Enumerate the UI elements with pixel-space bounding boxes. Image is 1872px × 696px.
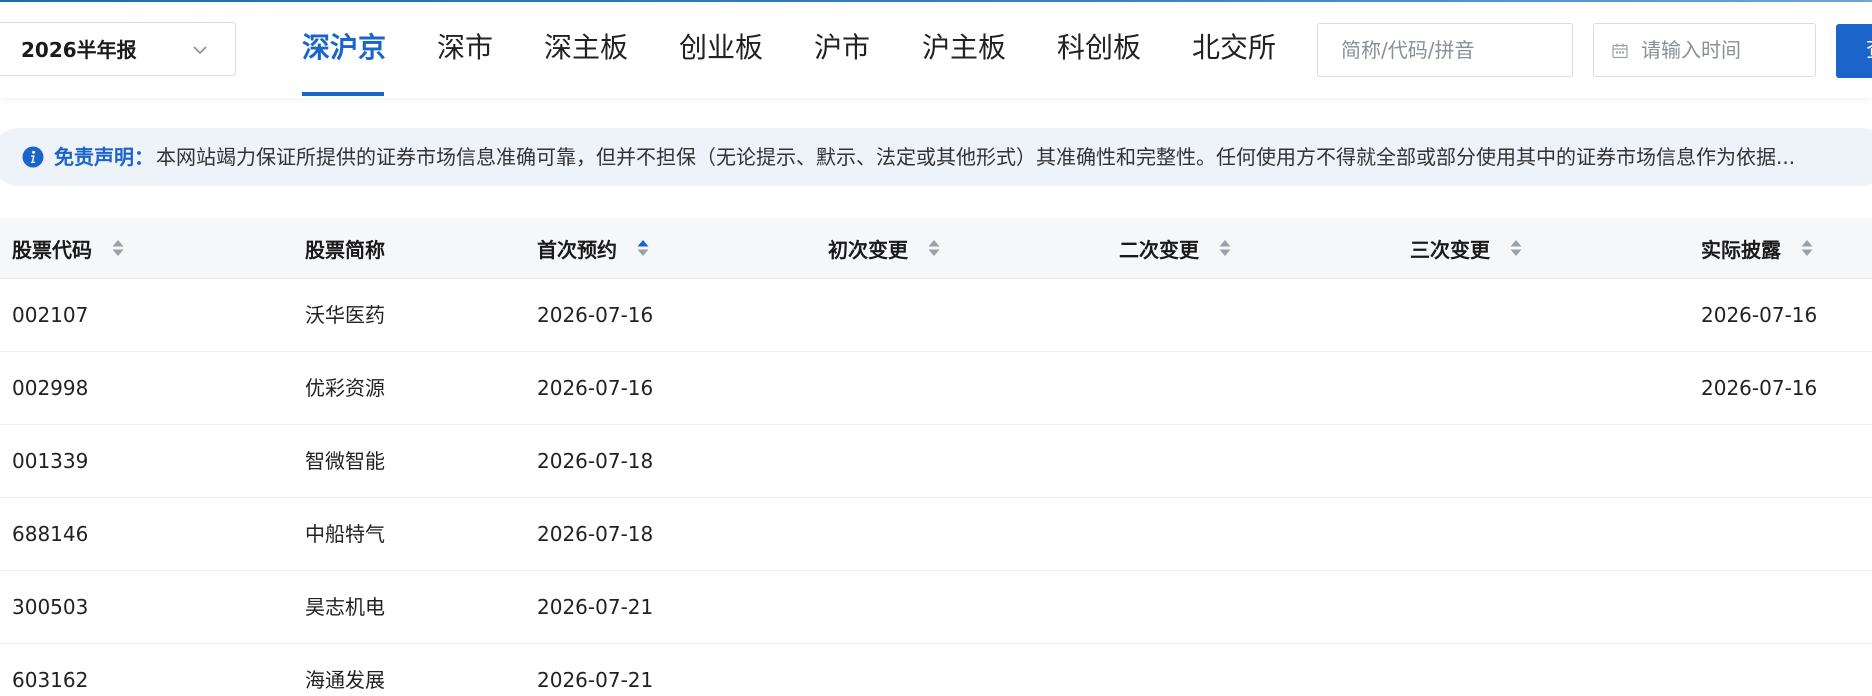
cell-stock-code: 300503 [12, 595, 89, 619]
cell-stock-name: 智微智能 [305, 449, 385, 473]
cell-stock-code: 001339 [12, 449, 89, 473]
info-icon [22, 146, 44, 168]
table-row: 002998 优彩资源 2026-07-16 2026-07-16 [0, 352, 1872, 425]
column-header-stock-code[interactable]: 股票代码 [12, 218, 125, 278]
tab-chinext[interactable]: 创业板 [679, 2, 763, 96]
tab-star-market[interactable]: 科创板 [1057, 2, 1141, 96]
cell-first-booking: 2026-07-21 [537, 595, 654, 619]
table-row: 002107 沃华医药 2026-07-16 2026-07-16 [0, 279, 1872, 352]
active-tab-indicator [302, 92, 384, 96]
disclosure-schedule-table: 股票代码 股票简称 首次预约 初次变更 二次变更 三次变更 实际披露 00210… [0, 218, 1872, 696]
period-select-value: 2026半年报 [21, 38, 137, 62]
tab-shen-main-board[interactable]: 深主板 [544, 2, 628, 96]
tab-shenshi[interactable]: 深市 [437, 2, 493, 96]
toolbar: 2026半年报 深沪京 深市 深主板 创业板 沪市 沪主板 科创板 北交所 简称… [0, 2, 1872, 98]
cell-first-booking: 2026-07-16 [537, 376, 654, 400]
sort-icon[interactable] [1218, 237, 1232, 259]
column-header-third-change[interactable]: 三次变更 [1410, 218, 1523, 278]
cell-first-booking: 2026-07-18 [537, 522, 654, 546]
column-header-label: 首次预约 [537, 237, 617, 262]
column-header-label: 三次变更 [1410, 237, 1490, 262]
disclaimer-title: 免责声明： [54, 145, 154, 169]
date-input[interactable] [1594, 24, 1815, 76]
cell-first-booking: 2026-07-16 [537, 303, 654, 327]
column-header-second-change[interactable]: 二次变更 [1119, 218, 1232, 278]
table-row: 603162 海通发展 2026-07-21 [0, 644, 1872, 696]
page: 2026半年报 深沪京 深市 深主板 创业板 沪市 沪主板 科创板 北交所 简称… [0, 0, 1872, 696]
cell-stock-code: 603162 [12, 668, 89, 692]
cell-stock-code: 002107 [12, 303, 89, 327]
cell-actual-disclosure: 2026-07-16 [1701, 376, 1818, 400]
table-row: 688146 中船特气 2026-07-18 [0, 498, 1872, 571]
tab-shenhujing[interactable]: 深沪京 [302, 2, 386, 96]
sort-asc-icon[interactable] [636, 237, 650, 259]
cell-stock-code: 002998 [12, 376, 89, 400]
column-header-label: 股票简称 [305, 237, 385, 262]
cell-stock-name: 优彩资源 [305, 376, 385, 400]
column-header-stock-name: 股票简称 [305, 218, 385, 278]
cell-stock-code: 688146 [12, 522, 89, 546]
tab-hu-main-board[interactable]: 沪主板 [922, 2, 1006, 96]
cell-stock-name: 海通发展 [305, 668, 385, 692]
period-select[interactable]: 2026半年报 [0, 22, 236, 76]
cell-stock-name: 中船特气 [305, 522, 385, 546]
sort-icon[interactable] [927, 237, 941, 259]
column-header-label: 二次变更 [1119, 237, 1199, 262]
date-field[interactable] [1593, 23, 1816, 77]
column-header-label: 股票代码 [12, 237, 92, 262]
table-row: 001339 智微智能 2026-07-18 [0, 425, 1872, 498]
cell-actual-disclosure: 2026-07-16 [1701, 303, 1818, 327]
search-input[interactable] [1318, 24, 1572, 76]
chevron-down-icon [193, 46, 207, 55]
disclaimer-text: 本网站竭力保证所提供的证券市场信息准确可靠，但并不担保（无论提示、默示、法定或其… [156, 145, 1796, 169]
column-header-label: 初次变更 [828, 237, 908, 262]
query-button[interactable]: 查询 [1836, 24, 1872, 78]
cell-stock-name: 昊志机电 [305, 595, 385, 619]
cell-stock-name: 沃华医药 [305, 303, 385, 327]
tab-bse[interactable]: 北交所 [1192, 2, 1276, 96]
sort-icon[interactable] [1800, 237, 1814, 259]
sort-icon[interactable] [111, 237, 125, 259]
sort-icon[interactable] [1509, 237, 1523, 259]
disclaimer-banner: 免责声明： 本网站竭力保证所提供的证券市场信息准确可靠，但并不担保（无论提示、默… [0, 128, 1872, 186]
cell-first-booking: 2026-07-18 [537, 449, 654, 473]
cell-first-booking: 2026-07-21 [537, 668, 654, 692]
column-header-first-change[interactable]: 初次变更 [828, 218, 941, 278]
table-header: 股票代码 股票简称 首次预约 初次变更 二次变更 三次变更 实际披露 [0, 218, 1872, 279]
tab-hushi[interactable]: 沪市 [814, 2, 870, 96]
column-header-first-booking[interactable]: 首次预约 [537, 218, 650, 278]
search-field[interactable] [1317, 23, 1573, 77]
column-header-actual-disclosure[interactable]: 实际披露 [1701, 218, 1814, 278]
column-header-label: 实际披露 [1701, 237, 1781, 262]
table-row: 300503 昊志机电 2026-07-21 [0, 571, 1872, 644]
